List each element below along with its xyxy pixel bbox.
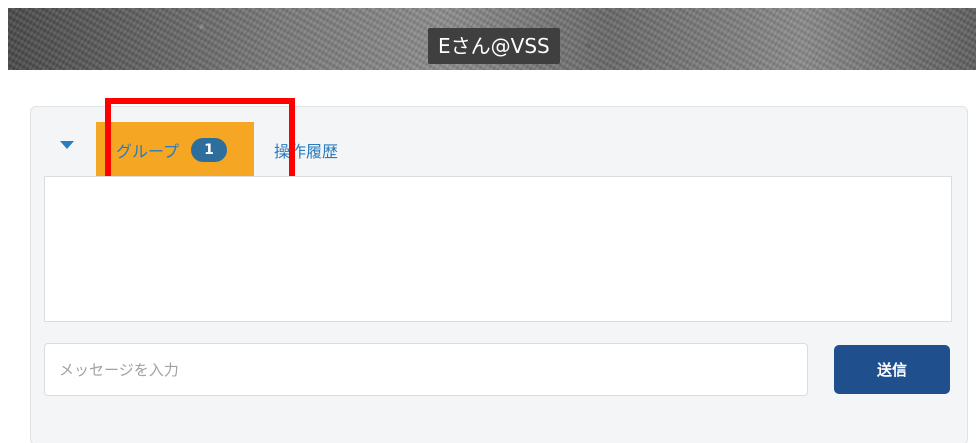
chat-screen: Eさん@VSS グループ 1 操作履歴 送信 bbox=[0, 0, 976, 443]
caret-down-icon[interactable] bbox=[60, 141, 74, 149]
tab-group[interactable]: グループ 1 bbox=[96, 122, 254, 177]
message-input[interactable] bbox=[44, 343, 808, 396]
tab-group-label: グループ bbox=[116, 141, 180, 161]
tab-operation-history[interactable]: 操作履歴 bbox=[274, 138, 338, 162]
user-title: Eさん@VSS bbox=[428, 28, 560, 64]
tab-group-count-badge: 1 bbox=[191, 137, 228, 162]
send-button[interactable]: 送信 bbox=[834, 345, 950, 394]
message-list[interactable] bbox=[44, 176, 952, 322]
